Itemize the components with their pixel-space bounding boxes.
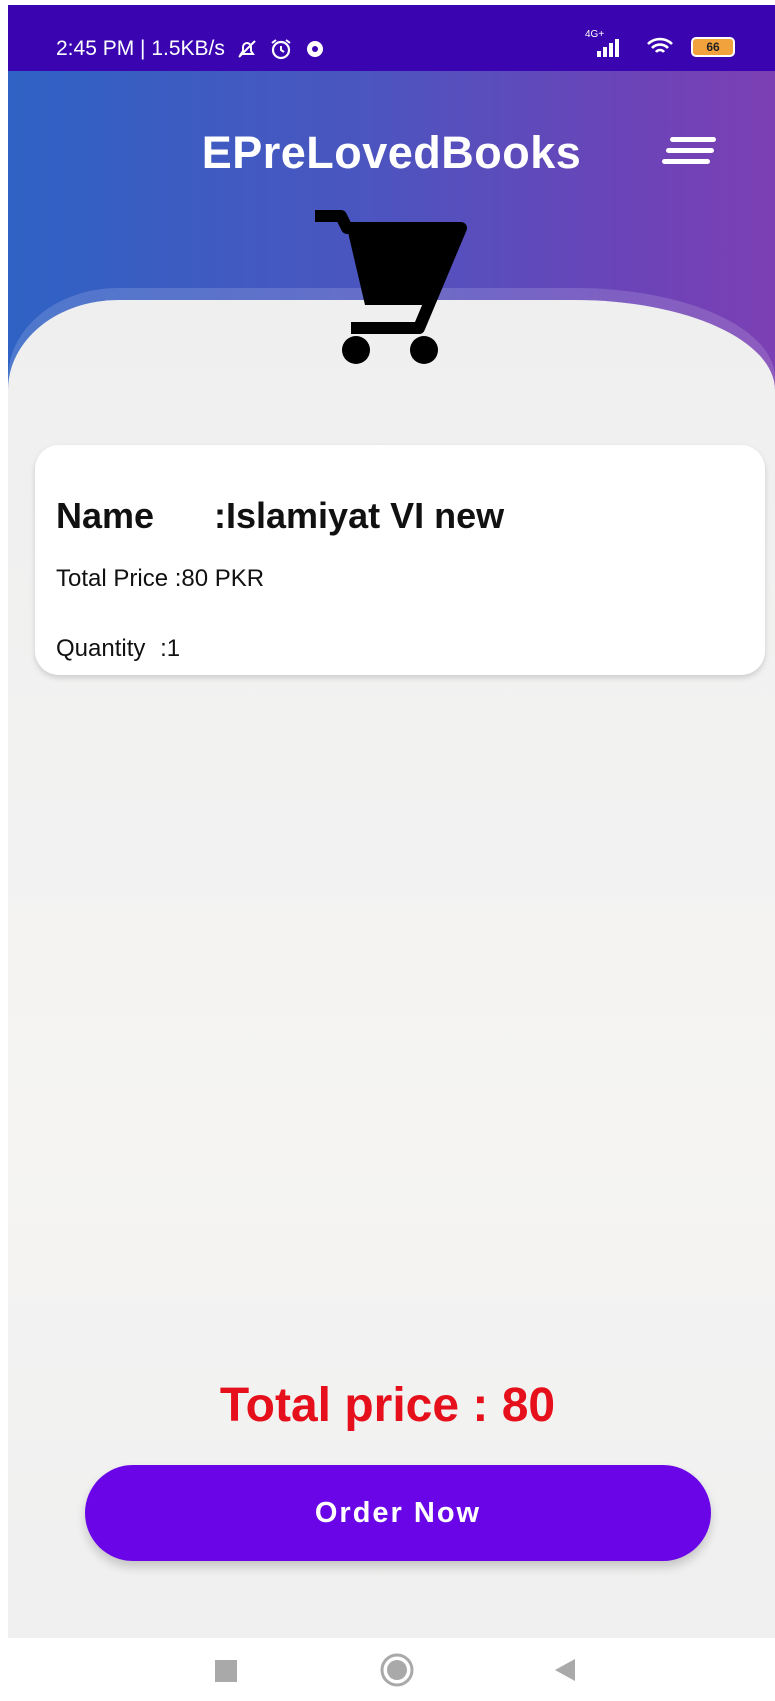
item-price-row: Total Price :80 PKR [56,565,264,593]
status-right: 4G+ 66 [585,29,735,59]
system-nav-bar [0,1638,775,1701]
cart-item-card[interactable]: Name :Islamiyat VI new Total Price :80 P… [35,445,765,675]
shopping-cart-icon [315,210,467,364]
total-price: Total price : 80 [219,1379,556,1432]
item-name-value: :Islamiyat VI new [214,495,505,536]
wifi-icon [647,37,673,53]
item-quantity-label: Quantity [56,635,146,662]
item-price-value: :80 PKR [174,565,265,592]
signal-icon: 4G+ [585,29,629,59]
back-icon[interactable] [545,1650,585,1690]
recent-apps-icon[interactable] [205,1650,245,1690]
status-time: 2:45 PM | 1.5KB/s [56,37,225,60]
menu-icon[interactable] [660,131,720,171]
item-quantity-row: Quantity :1 [56,635,180,663]
settings-icon [306,41,323,57]
item-price-label: Total Price [56,565,169,592]
mute-icon [238,40,256,58]
item-quantity-value: :1 [160,635,181,662]
status-left: 2:45 PM | 1.5KB/s [56,37,327,61]
battery-level: 66 [706,40,720,54]
home-icon[interactable] [377,1650,417,1690]
item-name-row: Name :Islamiyat VI new [56,495,504,537]
status-bar: 2:45 PM | 1.5KB/s 4G+ 66 [8,5,775,71]
order-now-button[interactable]: Order Now [85,1465,711,1561]
battery-icon: 66 [691,37,735,57]
item-name-label: Name [56,495,155,536]
alarm-icon [271,39,291,60]
